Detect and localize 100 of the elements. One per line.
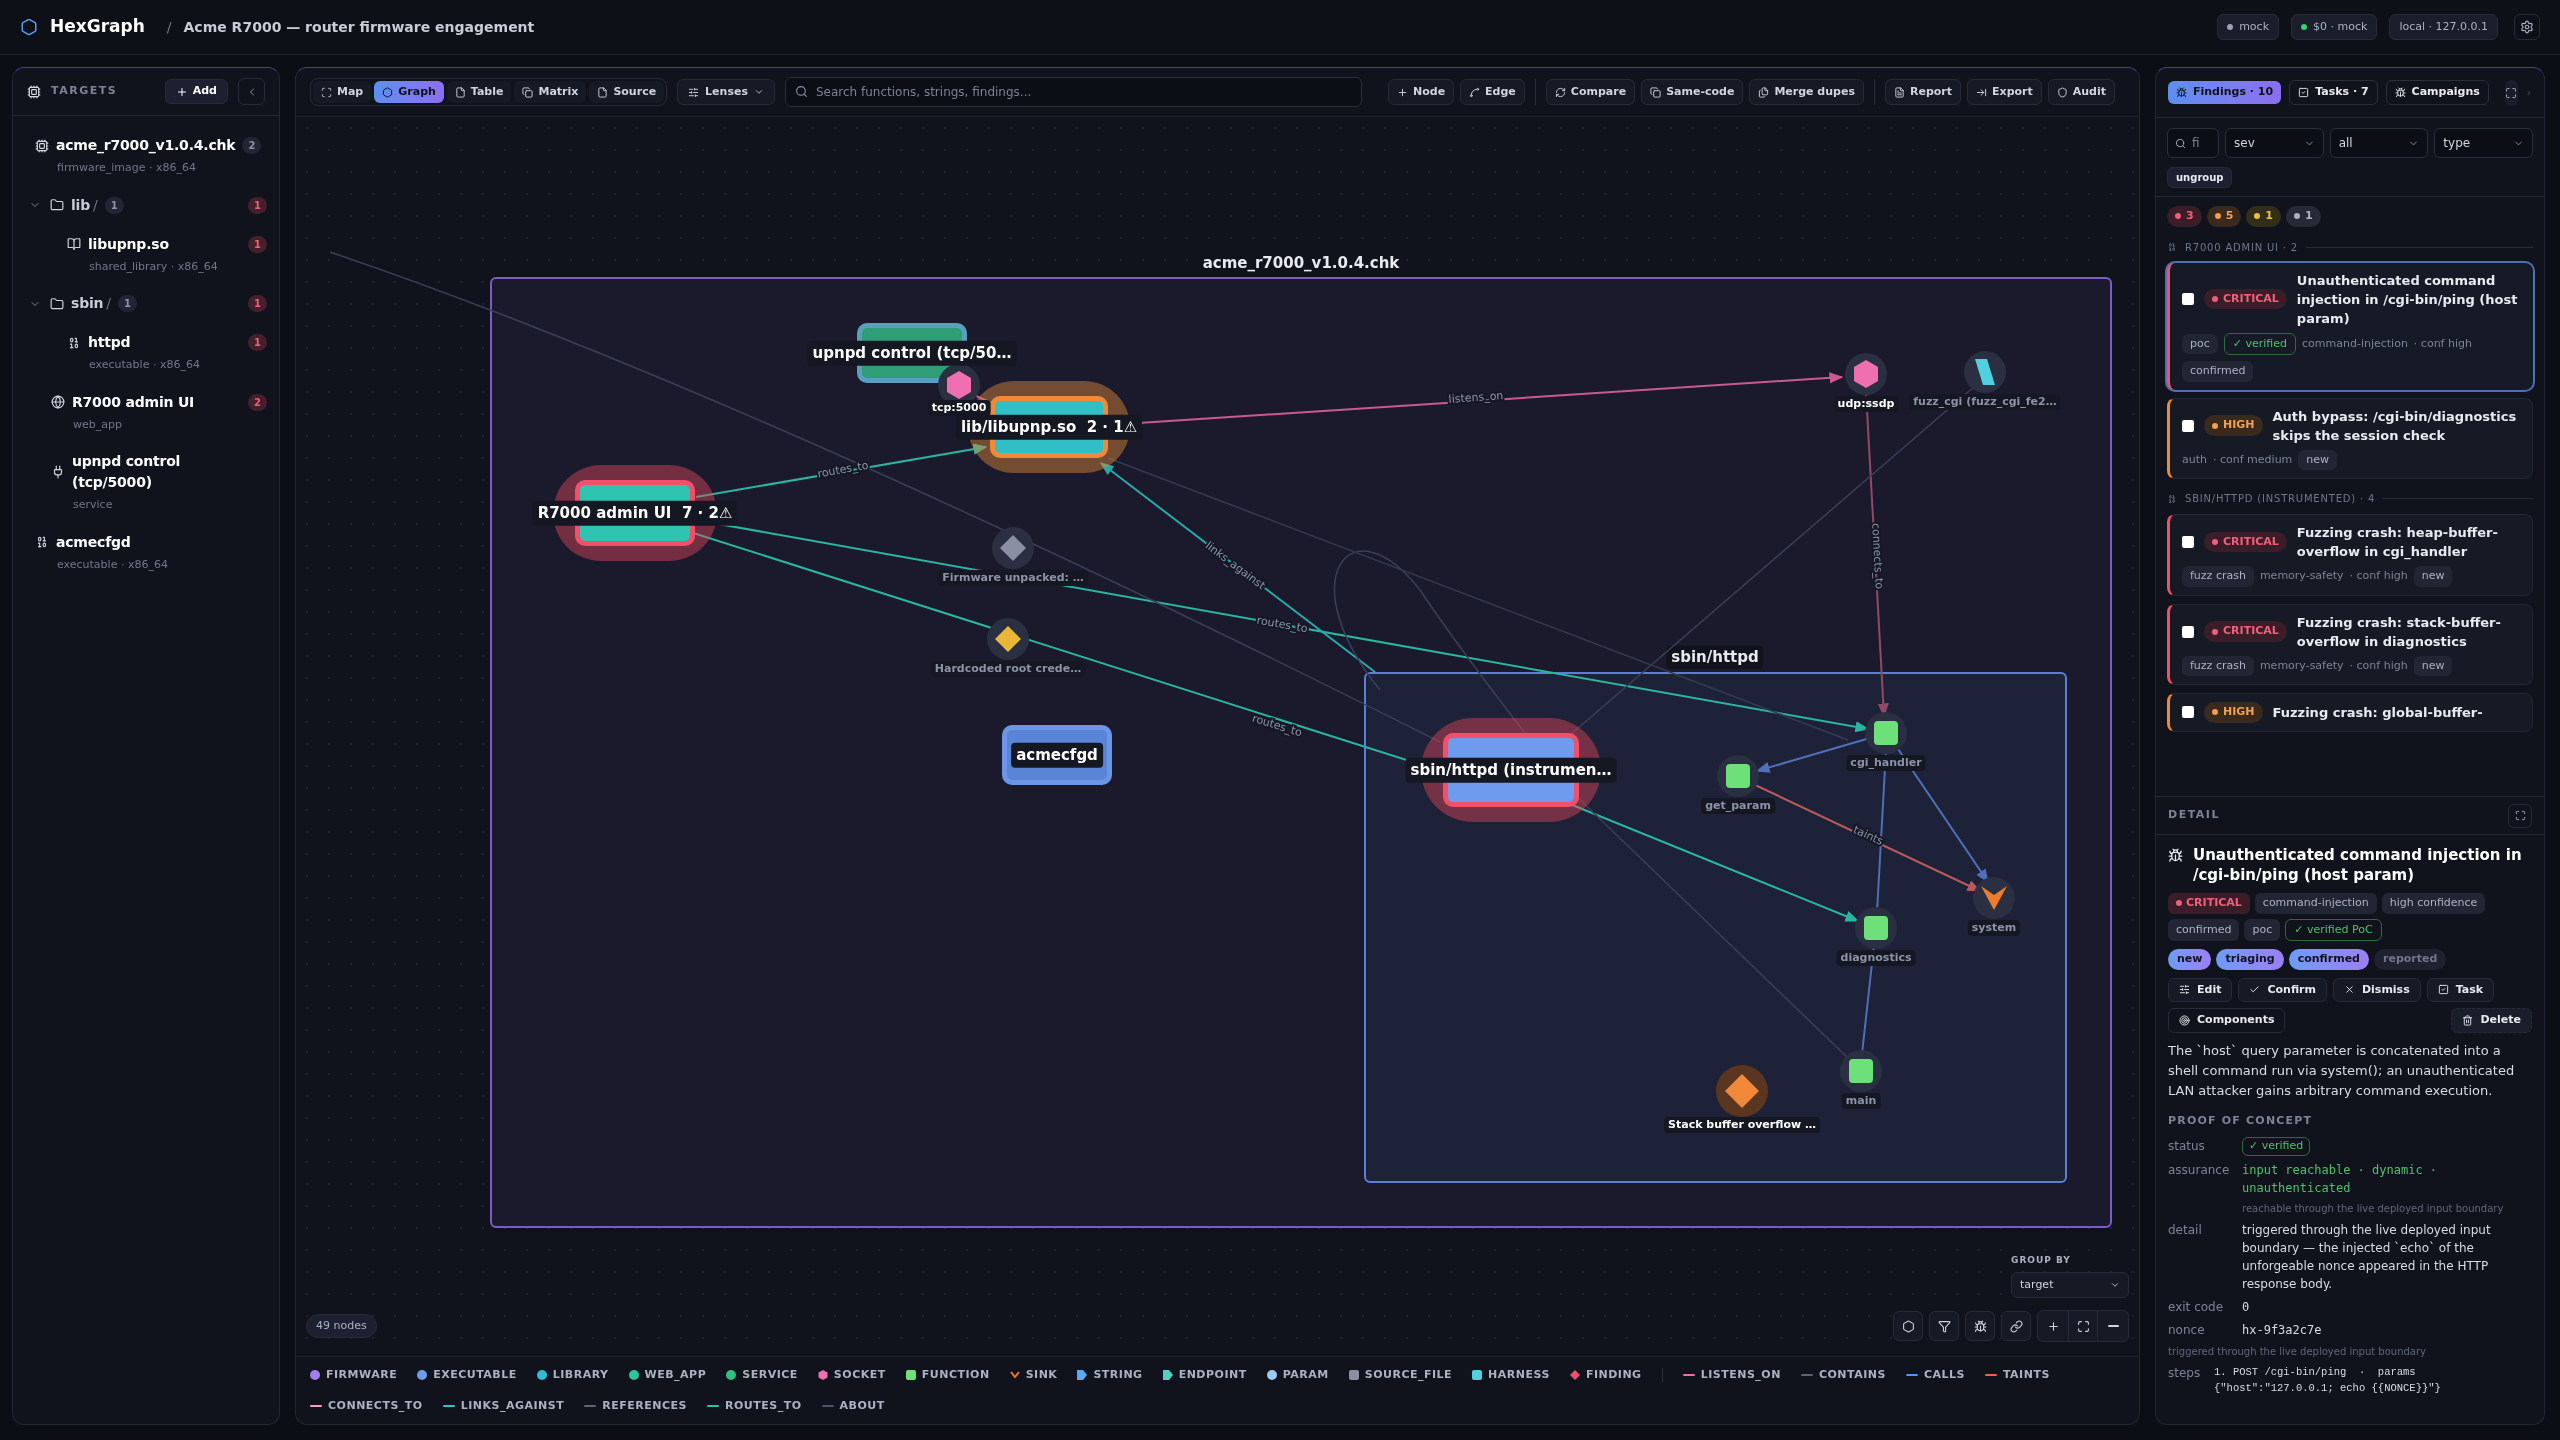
finding-meta: · conf high [2349, 657, 2408, 674]
view-tab[interactable]: Map [313, 80, 372, 104]
filter-button[interactable] [1929, 1311, 1959, 1341]
layout-button[interactable] [1893, 1311, 1923, 1341]
toolbar-button[interactable]: Report [1884, 78, 1961, 106]
diamond-node[interactable] [1725, 1074, 1759, 1108]
delete-button[interactable]: Delete [2451, 1008, 2532, 1033]
workflow-step[interactable]: new [2168, 949, 2212, 970]
severity-count[interactable]: 1 [2285, 206, 2321, 227]
poc-note: reachable through the live deployed input boundary [2242, 1201, 2505, 1216]
legend-label: PARAM [1282, 1367, 1329, 1383]
link-button[interactable] [2001, 1311, 2031, 1341]
view-tab[interactable]: Source [589, 80, 665, 104]
filter-search-field[interactable]: fi [2167, 128, 2219, 158]
toolbar-button[interactable]: Same-code [1641, 78, 1744, 106]
workflow-step[interactable]: triaging [2216, 949, 2284, 970]
finding-card[interactable]: CRITICAL Fuzzing crash: heap-buffer-overflow in cgi_handler fuzz crash memory-safety · conf high new [2167, 514, 2533, 596]
checkbox[interactable] [2182, 293, 2194, 305]
filter-select[interactable]: sev [2225, 128, 2324, 158]
finding-title: Fuzzing crash: heap-buffer-overflow in cgi_handler [2296, 524, 2499, 561]
diamond-node[interactable] [995, 626, 1021, 652]
ungroup-button[interactable]: ungroup [2167, 167, 2233, 188]
diamond-node[interactable] [1000, 535, 1026, 561]
tree-item[interactable]: httpd 1 executable · x86_64 [13, 323, 279, 383]
toolbar-button[interactable]: Merge dupes [1749, 78, 1864, 106]
node-label: lib/libupnp.so 2 · 1⚠ [955, 414, 1143, 440]
finding-meta: memory-safety [2259, 657, 2344, 674]
square-node[interactable] [1726, 764, 1750, 788]
action-button[interactable]: Confirm [2238, 977, 2327, 1002]
sliders-icon [688, 86, 700, 98]
bug-button[interactable] [1965, 1311, 1995, 1341]
view-tab[interactable]: Graph [374, 80, 444, 104]
search-field[interactable]: Search functions, strings, findings... [784, 77, 1363, 107]
chevron-node[interactable] [1981, 886, 2007, 910]
tree-item[interactable]: sbin / 1 1 [13, 284, 279, 323]
target-type: shared_library · x86_64 [88, 258, 219, 275]
finding-card[interactable]: HIGH Fuzzing crash: global-buffer- [2167, 693, 2533, 732]
toolbar-button[interactable]: Audit [2047, 78, 2115, 106]
fit-view-button[interactable] [2068, 1311, 2098, 1341]
trash-icon [2462, 1014, 2474, 1026]
square-node[interactable] [1849, 1059, 1873, 1083]
finding-meta: · conf high [2413, 335, 2472, 352]
severity-count[interactable]: 5 [2206, 206, 2242, 227]
finding-card[interactable]: CRITICAL Unauthenticated command injection in /cgi-bin/ping (host param) poc ✓ verified command-injection · conf high confirmed [2167, 262, 2533, 390]
action-button[interactable]: Dismiss [2332, 977, 2421, 1002]
checkbox[interactable] [2182, 706, 2194, 719]
filter-select[interactable]: all [2329, 128, 2429, 158]
square-node[interactable] [1864, 916, 1888, 940]
edge-label: routes_to [1255, 613, 1309, 636]
add-button[interactable]: Add [164, 79, 228, 104]
expand-button[interactable] [2508, 803, 2532, 828]
expand-button[interactable] [2504, 79, 2518, 106]
checkbox[interactable] [2182, 536, 2194, 548]
action-button[interactable]: Edit [2168, 977, 2233, 1002]
tree-item[interactable]: R7000 admin UI 2 web_app [13, 382, 279, 442]
finding-card[interactable]: HIGH Auth bypass: /cgi-bin/diagnostics skips the session check auth · conf medium new [2167, 397, 2533, 479]
settings-button[interactable] [2514, 14, 2540, 40]
tree-item[interactable]: upnpd control (tcp/5000) service [13, 442, 279, 523]
hexagon-node[interactable] [947, 371, 971, 399]
tree-item[interactable]: acmecfgd executable · x86_64 [13, 522, 279, 582]
poc-key: nonce [2168, 1320, 2242, 1339]
toolbar-button[interactable]: Compare [1545, 78, 1636, 106]
view-tab[interactable]: Matrix [514, 80, 587, 104]
finding-card[interactable]: CRITICAL Fuzzing crash: stack-buffer-overflow in diagnostics fuzz crash memory-safety · conf high new [2167, 603, 2533, 685]
legend-label: WEB_APP [644, 1367, 707, 1383]
components-button[interactable]: Components [2168, 1008, 2286, 1033]
workflow-step[interactable]: reported [2374, 949, 2447, 970]
tree-item[interactable]: libupnp.so 1 shared_library · x86_64 [13, 224, 279, 284]
poc-key: assurance [2168, 1160, 2242, 1179]
checkbox[interactable] [2182, 625, 2194, 638]
search-icon [794, 85, 808, 98]
toolbar-button[interactable]: Export [1967, 78, 2042, 106]
meta-tag: ✓ verified [2223, 332, 2296, 355]
sliders-icon [2179, 984, 2190, 996]
tree-item[interactable]: lib / 1 1 [13, 185, 279, 225]
panel-tab[interactable]: Findings · 10 [2168, 81, 2282, 104]
toolbar-button[interactable]: Node [1388, 78, 1455, 106]
panel-tab[interactable]: Tasks · 7 [2289, 80, 2378, 105]
shield-icon [2056, 86, 2068, 98]
toolbar-button[interactable]: Edge [1460, 78, 1525, 106]
action-button[interactable]: Task [2426, 977, 2495, 1002]
lenses-dropdown[interactable]: Lenses [677, 78, 775, 106]
hexagon-node[interactable] [1854, 360, 1878, 388]
checkbox[interactable] [2182, 419, 2194, 432]
view-tab[interactable]: Table [446, 80, 512, 104]
filter-select[interactable]: type [2434, 128, 2533, 158]
detail-tag: high confidence [2381, 893, 2486, 914]
group-by-select[interactable]: target [2011, 1271, 2129, 1298]
severity-count[interactable]: 3 [2167, 206, 2202, 227]
count-badge: 1 [118, 295, 137, 312]
legend-label: REFERENCES [602, 1397, 687, 1414]
square-node[interactable] [1874, 721, 1898, 745]
workflow-step[interactable]: confirmed [2288, 949, 2369, 970]
poc-value: input reachable · dynamic · unauthenticated [2242, 1161, 2439, 1197]
panel-tab[interactable]: Campaigns [2385, 80, 2489, 105]
severity-count[interactable]: 1 [2246, 206, 2281, 227]
target-name: lib [71, 195, 91, 215]
legend-label: LINKS_AGAINST [460, 1397, 565, 1414]
parallelogram-node[interactable] [1975, 359, 1995, 385]
tree-item[interactable]: acme_r7000_v1.0.4.chk 2 firmware_image · x86_64 [13, 126, 279, 186]
